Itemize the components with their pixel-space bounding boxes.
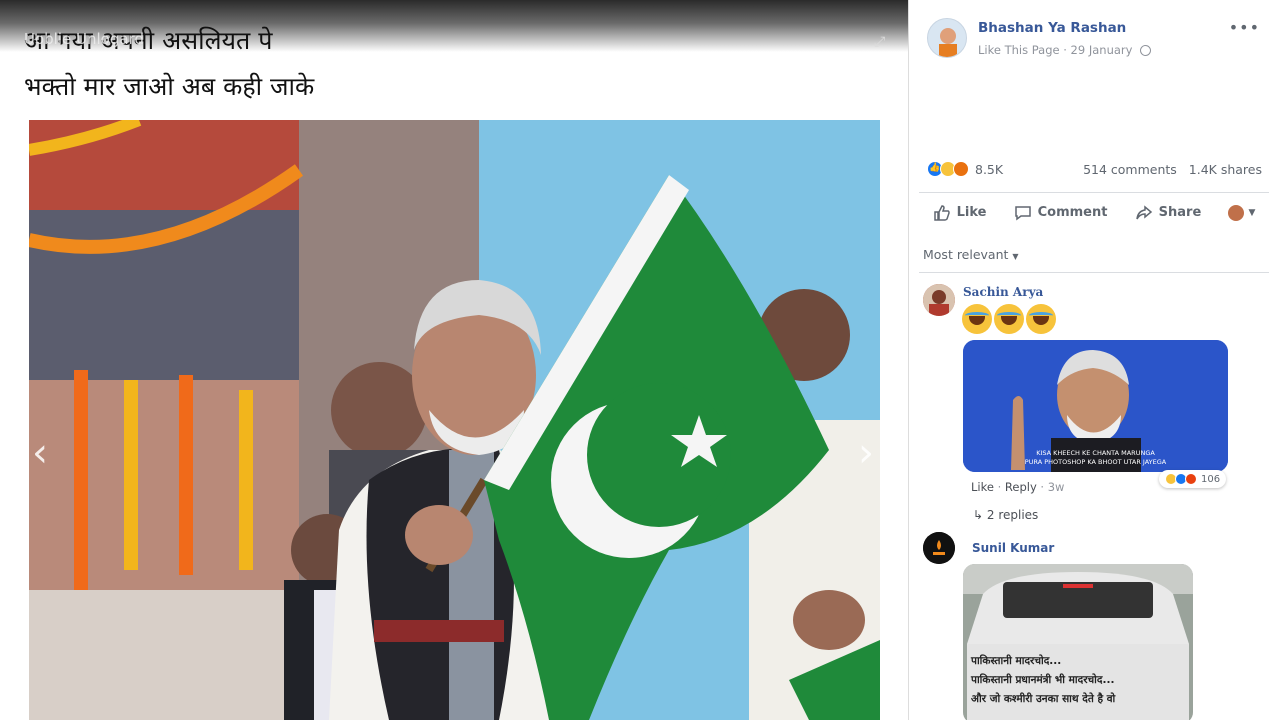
comment-image-caption: KISA KHEECH KE CHANTA MARUNGA PURA PHOTO… <box>963 449 1228 467</box>
comment-sort-dropdown[interactable]: Most relevant ▼ <box>923 247 1019 262</box>
profile-avatar-icon <box>1228 204 1245 221</box>
share-label: Share <box>1158 205 1202 220</box>
replies-label: 2 replies <box>986 508 1039 522</box>
shares-count[interactable]: 1.4K shares <box>1189 162 1262 177</box>
comment-time[interactable]: 3w <box>1048 480 1065 494</box>
comments-count[interactable]: 514 comments <box>1083 162 1177 177</box>
like-label: Like <box>956 205 987 220</box>
comment-emoji-text <box>962 304 1058 340</box>
chevron-left-icon[interactable]: ‹ <box>32 430 48 476</box>
comment-image[interactable]: पाकिस्तानी मादरचोद... पाकिस्तानी प्रधानम… <box>963 564 1193 720</box>
laughing-emoji-icon <box>1026 304 1056 334</box>
page-meta: Like This Page · 29 January <box>978 43 1152 57</box>
thumbs-up-icon <box>933 204 950 221</box>
reply-arrow-icon: ↳ <box>973 508 987 522</box>
comment-button[interactable]: Comment <box>1014 204 1108 222</box>
expand-icon[interactable]: ⤢ <box>874 34 890 50</box>
love-reaction-icon <box>1185 473 1197 485</box>
separator: · <box>1040 480 1048 494</box>
commenter-avatar-illustration <box>923 532 955 564</box>
comment-image[interactable]: KISA KHEECH KE CHANTA MARUNGA PURA PHOTO… <box>963 340 1228 472</box>
like-page-link[interactable]: Like This Page <box>978 43 1060 57</box>
commenter-name[interactable]: Sunil Kumar <box>972 541 1054 555</box>
comment-actions: Like · Reply · 3w <box>971 480 1064 494</box>
reaction-summary[interactable]: 👍 8.5K <box>927 161 1003 177</box>
share-icon <box>1135 204 1152 219</box>
post-photo[interactable] <box>29 120 880 720</box>
separator: · <box>997 480 1005 494</box>
post-side-panel: Bhashan Ya Rashan Like This Page · 29 Ja… <box>908 0 1280 720</box>
meta-separator: · <box>1063 43 1071 57</box>
like-button[interactable]: Like <box>933 204 987 222</box>
comment-label: Comment <box>1037 205 1108 220</box>
commenter-avatar-illustration <box>923 284 955 316</box>
comment-like-link[interactable]: Like <box>971 480 994 494</box>
watermark-text: Uoblie Unlogard <box>24 30 144 48</box>
chevron-right-icon[interactable]: › <box>858 430 874 476</box>
comment-reaction-count: 106 <box>1201 473 1221 485</box>
reaction-count: 8.5K <box>975 161 1004 177</box>
post-action-bar: Like Comment Share ▼ <box>919 192 1269 232</box>
post-media-area: आ गया अपनी असलियत पे भक्तो मार जाओ अब कह… <box>0 0 908 720</box>
commenter-avatar[interactable] <box>923 284 955 316</box>
page-name-link[interactable]: Bhashan Ya Rashan <box>978 20 1126 36</box>
comment-reaction-badge[interactable]: 106 <box>1159 470 1227 488</box>
share-button[interactable]: Share <box>1135 204 1202 222</box>
view-replies-link[interactable]: ↳ 2 replies <box>973 508 1038 522</box>
commenter-name[interactable]: Sachin Arya <box>963 285 1043 299</box>
engagement-counts: 514 comments 1.4K shares <box>1075 162 1262 177</box>
image-text-line: पाकिस्तानी मादरचोद... <box>971 655 1062 667</box>
caption-line: KISA KHEECH KE CHANTA MARUNGA <box>1036 449 1155 457</box>
page-avatar-illustration <box>939 28 957 57</box>
sort-label: Most relevant <box>923 247 1009 262</box>
image-text-line: और जो कश्मीरी उनका साथ देते है वो <box>971 693 1116 705</box>
page-avatar[interactable] <box>927 18 967 58</box>
image-text-line: पाकिस्तानी प्रधानमंत्री भी मादरचोद... <box>971 674 1115 686</box>
globe-icon <box>1140 45 1152 56</box>
more-options-icon[interactable]: ••• <box>1229 18 1260 37</box>
post-photo-illustration <box>29 120 880 720</box>
caret-down-icon: ▼ <box>1012 252 1019 261</box>
laughing-emoji-icon <box>994 304 1024 334</box>
react-as-selector[interactable]: ▼ <box>1228 204 1256 221</box>
angry-reaction-icon <box>953 161 969 177</box>
post-date[interactable]: 29 January <box>1071 43 1133 57</box>
caret-down-icon: ▼ <box>1248 207 1256 218</box>
comment-reply-link[interactable]: Reply <box>1005 480 1037 494</box>
caption-line-2: भक्तो मार जाओ अब कही जाके <box>24 72 315 101</box>
comment-image-text: पाकिस्तानी मादरचोद... पाकिस्तानी प्रधानम… <box>971 652 1185 709</box>
laughing-emoji-icon <box>962 304 992 334</box>
caption-line: PURA PHOTOSHOP KA BHOOT UTAR JAYEGA <box>1024 458 1167 466</box>
commenter-avatar[interactable] <box>923 532 955 564</box>
comment-icon <box>1014 205 1031 220</box>
divider <box>919 272 1269 273</box>
